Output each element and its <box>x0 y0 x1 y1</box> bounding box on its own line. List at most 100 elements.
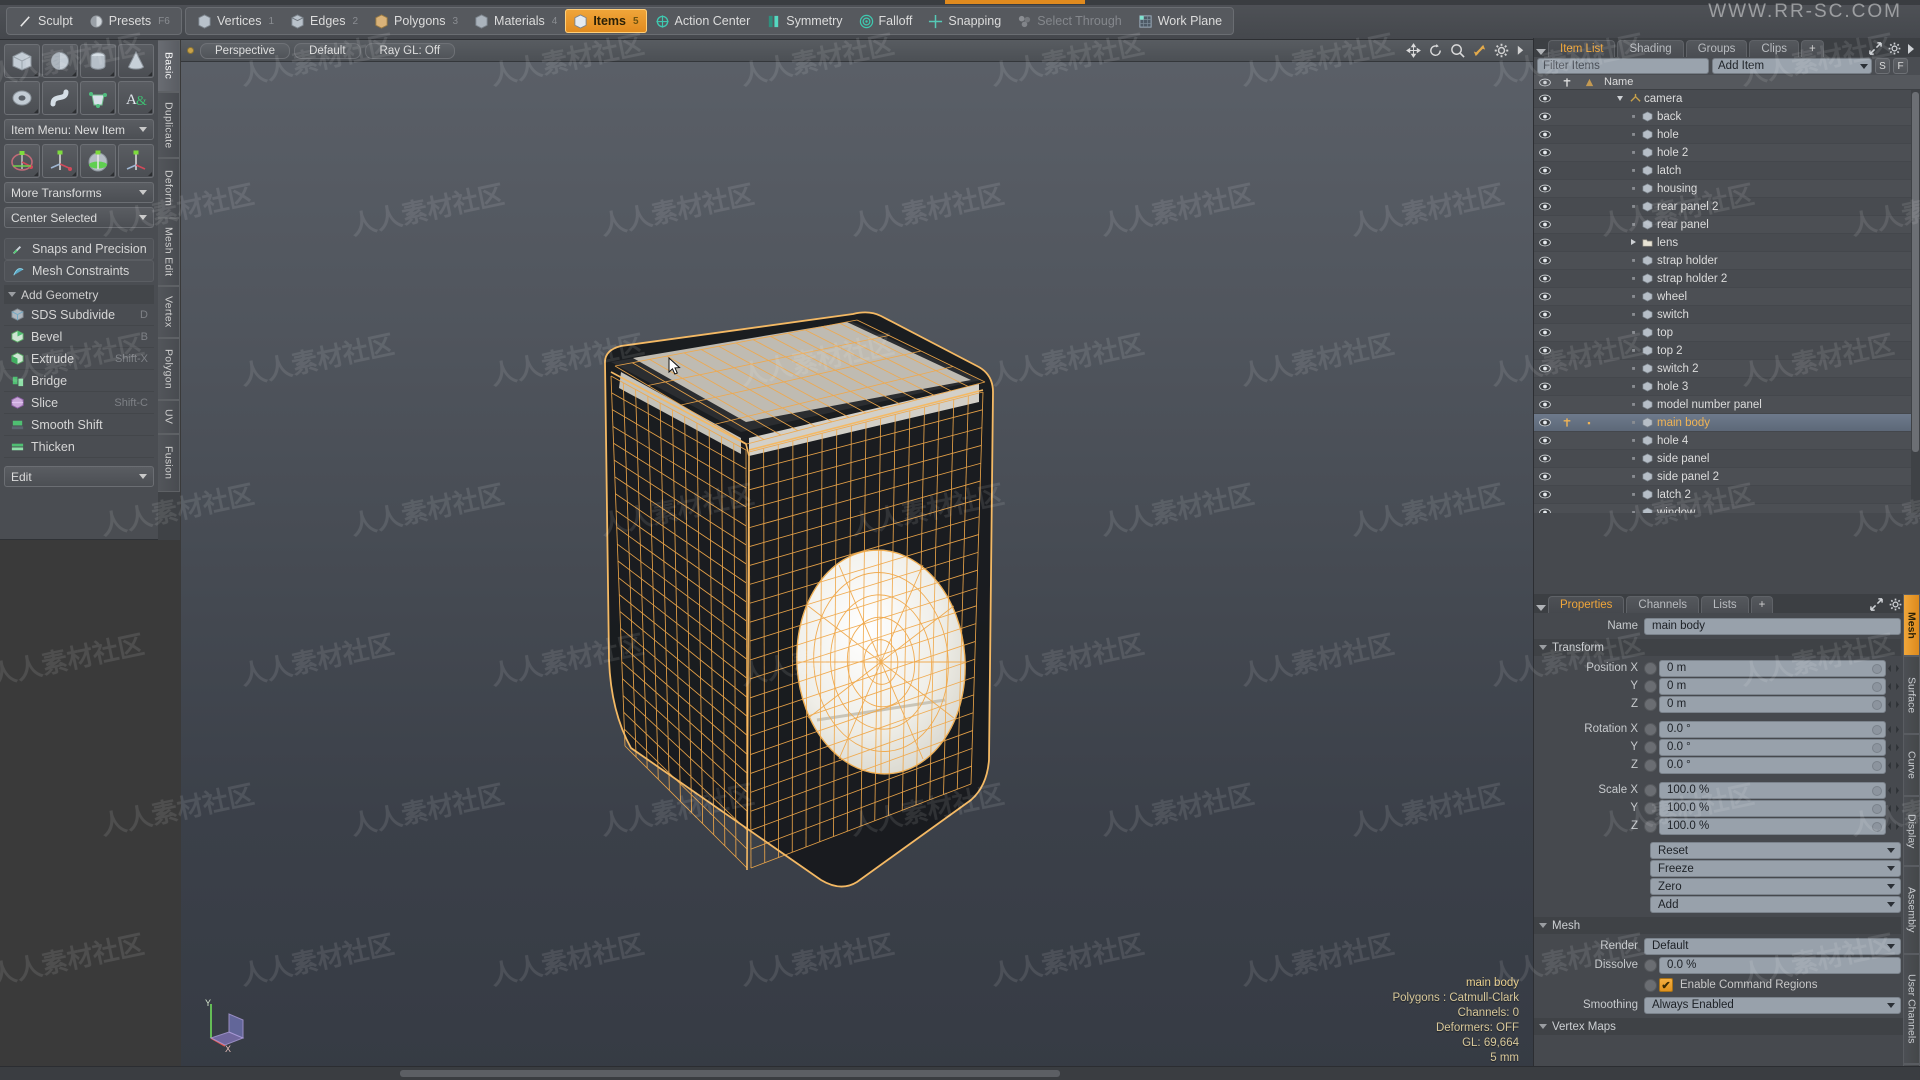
value-spinner-icon[interactable] <box>1886 758 1901 773</box>
value-spinner-icon[interactable] <box>1886 783 1901 798</box>
properties-tab-add[interactable]: + <box>1750 596 1774 613</box>
transform-action-add[interactable]: Add <box>1650 896 1901 913</box>
render-select[interactable]: Default <box>1644 937 1901 955</box>
visibility-eye-icon[interactable] <box>1534 220 1556 229</box>
rotation-field-z[interactable]: 0.0 ° <box>1659 756 1886 774</box>
transform-move-button[interactable] <box>4 144 40 178</box>
panel-menu-arrow-icon[interactable] <box>1536 49 1546 55</box>
value-spinner-icon[interactable] <box>1886 819 1901 834</box>
item-list-scroll-thumb[interactable] <box>1912 92 1919 452</box>
add-item-dropdown[interactable]: Add Item <box>1712 58 1872 74</box>
item-list-tab-add[interactable]: + <box>1800 40 1824 57</box>
item-list-tab-groups[interactable]: Groups <box>1685 40 1748 57</box>
cone-tool-button[interactable] <box>118 44 154 78</box>
value-spinner-icon[interactable] <box>1886 697 1901 712</box>
reset-dot-icon[interactable] <box>1872 663 1882 674</box>
position-field-x[interactable]: 0 m <box>1659 659 1886 677</box>
reset-dot-icon[interactable] <box>1872 681 1882 692</box>
maximize-icon[interactable] <box>1870 598 1883 611</box>
properties-vertical-tab-surface[interactable]: Surface <box>1903 656 1920 734</box>
item-list-row[interactable]: ▪ rear panel 2 <box>1534 198 1920 216</box>
reset-dot-icon[interactable] <box>1872 742 1882 753</box>
enable-command-regions-checkbox[interactable]: ✔ <box>1659 978 1673 992</box>
item-list[interactable]: Name camera ▪ back ▪ hole ▪ hole 2 ▪ latch ▪ housi… <box>1534 75 1920 513</box>
visibility-eye-icon[interactable] <box>1534 418 1556 427</box>
item-list-row[interactable]: ▪ side panel <box>1534 450 1920 468</box>
action-center-button[interactable]: Action Center <box>647 9 759 33</box>
rotation-field-y[interactable]: 0.0 ° <box>1659 738 1886 756</box>
name-field[interactable]: main body <box>1644 617 1901 635</box>
properties-vertical-tab-mesh[interactable]: Mesh <box>1903 594 1920 656</box>
visibility-eye-icon[interactable] <box>1534 202 1556 211</box>
item-list-row[interactable]: ▪ strap holder 2 <box>1534 270 1920 288</box>
center-selected-dropdown[interactable]: Center Selected <box>4 207 154 228</box>
visibility-eye-icon[interactable] <box>1534 94 1556 103</box>
value-spinner-icon[interactable] <box>1886 722 1901 737</box>
tool-item-bevel[interactable]: Bevel B <box>4 326 154 348</box>
scale-field-x[interactable]: 100.0 % <box>1659 781 1886 799</box>
chevron-right-icon[interactable] <box>1907 43 1915 55</box>
properties-tab-lists[interactable]: Lists <box>1701 596 1749 613</box>
bottom-scroll-thumb[interactable] <box>400 1070 1060 1077</box>
item-list-row[interactable]: ▪ housing <box>1534 180 1920 198</box>
reset-dot-icon[interactable] <box>1872 803 1882 814</box>
tool-item-bridge[interactable]: Bridge <box>4 370 154 392</box>
visibility-eye-icon[interactable] <box>1534 274 1556 283</box>
properties-vertical-tab-user-channels[interactable]: User Channels <box>1903 954 1920 1064</box>
vertices-mode-button[interactable]: Vertices 1 <box>189 9 282 33</box>
item-list-row[interactable]: ▪ switch <box>1534 306 1920 324</box>
visibility-eye-icon[interactable] <box>1534 364 1556 373</box>
command-regions-knob[interactable] <box>1644 978 1657 992</box>
text-tool-button[interactable]: A & <box>118 81 154 115</box>
edges-mode-button[interactable]: Edges 2 <box>282 9 366 33</box>
transform-axis-button[interactable] <box>42 144 78 178</box>
transform-action-freeze[interactable]: Freeze <box>1650 860 1901 877</box>
position-knob-x[interactable] <box>1644 661 1657 675</box>
torus-tool-button[interactable] <box>4 81 40 115</box>
rotation-field-x[interactable]: 0.0 ° <box>1659 720 1886 738</box>
visibility-eye-icon[interactable] <box>1534 400 1556 409</box>
tool-item-sds-subdivide[interactable]: SDS Subdivide D <box>4 304 154 326</box>
panel-menu-arrow-icon[interactable] <box>1536 605 1546 611</box>
tool-item-thicken[interactable]: Thicken <box>4 436 154 458</box>
left-vertical-tab-polygon[interactable]: Polygon <box>158 338 180 400</box>
item-list-row[interactable]: ▪ top <box>1534 324 1920 342</box>
scale-knob-z[interactable] <box>1644 819 1657 833</box>
work-plane-button[interactable]: Work Plane <box>1130 9 1230 33</box>
rotation-knob-x[interactable] <box>1644 722 1657 736</box>
visibility-eye-icon[interactable] <box>1534 148 1556 157</box>
item-list-row[interactable]: ▪ hole 3 <box>1534 378 1920 396</box>
transform-scale-button[interactable] <box>118 144 154 178</box>
snapping-button[interactable]: Snapping <box>920 9 1009 33</box>
items-mode-button[interactable]: Items 5 <box>565 9 647 33</box>
visibility-eye-icon[interactable] <box>1534 256 1556 265</box>
filter-items-input[interactable]: Filter Items <box>1537 58 1709 74</box>
transform-action-zero[interactable]: Zero <box>1650 878 1901 895</box>
filter-button[interactable]: F <box>1893 58 1908 74</box>
dissolve-knob[interactable] <box>1644 958 1657 972</box>
item-list-row[interactable]: ▪ wheel <box>1534 288 1920 306</box>
visibility-eye-icon[interactable] <box>1534 292 1556 301</box>
dissolve-field[interactable]: 0.0 % <box>1659 956 1901 974</box>
presets-button[interactable]: Presets F6 <box>81 9 178 33</box>
visibility-eye-icon[interactable] <box>1534 382 1556 391</box>
item-list-row[interactable]: camera <box>1534 90 1920 108</box>
visibility-eye-icon[interactable] <box>1534 490 1556 499</box>
left-vertical-tab-vertex[interactable]: Vertex <box>158 286 180 338</box>
falloff-button[interactable]: Falloff <box>851 9 921 33</box>
gear-icon[interactable] <box>1889 598 1902 611</box>
maximize-icon[interactable] <box>1869 42 1882 55</box>
visibility-eye-icon[interactable] <box>1534 130 1556 139</box>
vertex-maps-section-header[interactable]: Vertex Maps <box>1534 1018 1920 1035</box>
properties-vertical-tab-display[interactable]: Display <box>1903 796 1920 866</box>
transform-action-reset[interactable]: Reset <box>1650 842 1901 859</box>
visibility-eye-icon[interactable] <box>1534 238 1556 247</box>
position-field-z[interactable]: 0 m <box>1659 695 1886 713</box>
visibility-eye-icon[interactable] <box>1534 310 1556 319</box>
left-vertical-tab-mesh-edit[interactable]: Mesh Edit <box>158 218 180 286</box>
tool-item-slice[interactable]: Slice Shift-C <box>4 392 154 414</box>
value-spinner-icon[interactable] <box>1886 661 1901 676</box>
edit-dropdown[interactable]: Edit <box>4 466 154 487</box>
left-vertical-tab-deform[interactable]: Deform <box>158 158 180 218</box>
item-list-scrollbar[interactable] <box>1911 90 1920 513</box>
